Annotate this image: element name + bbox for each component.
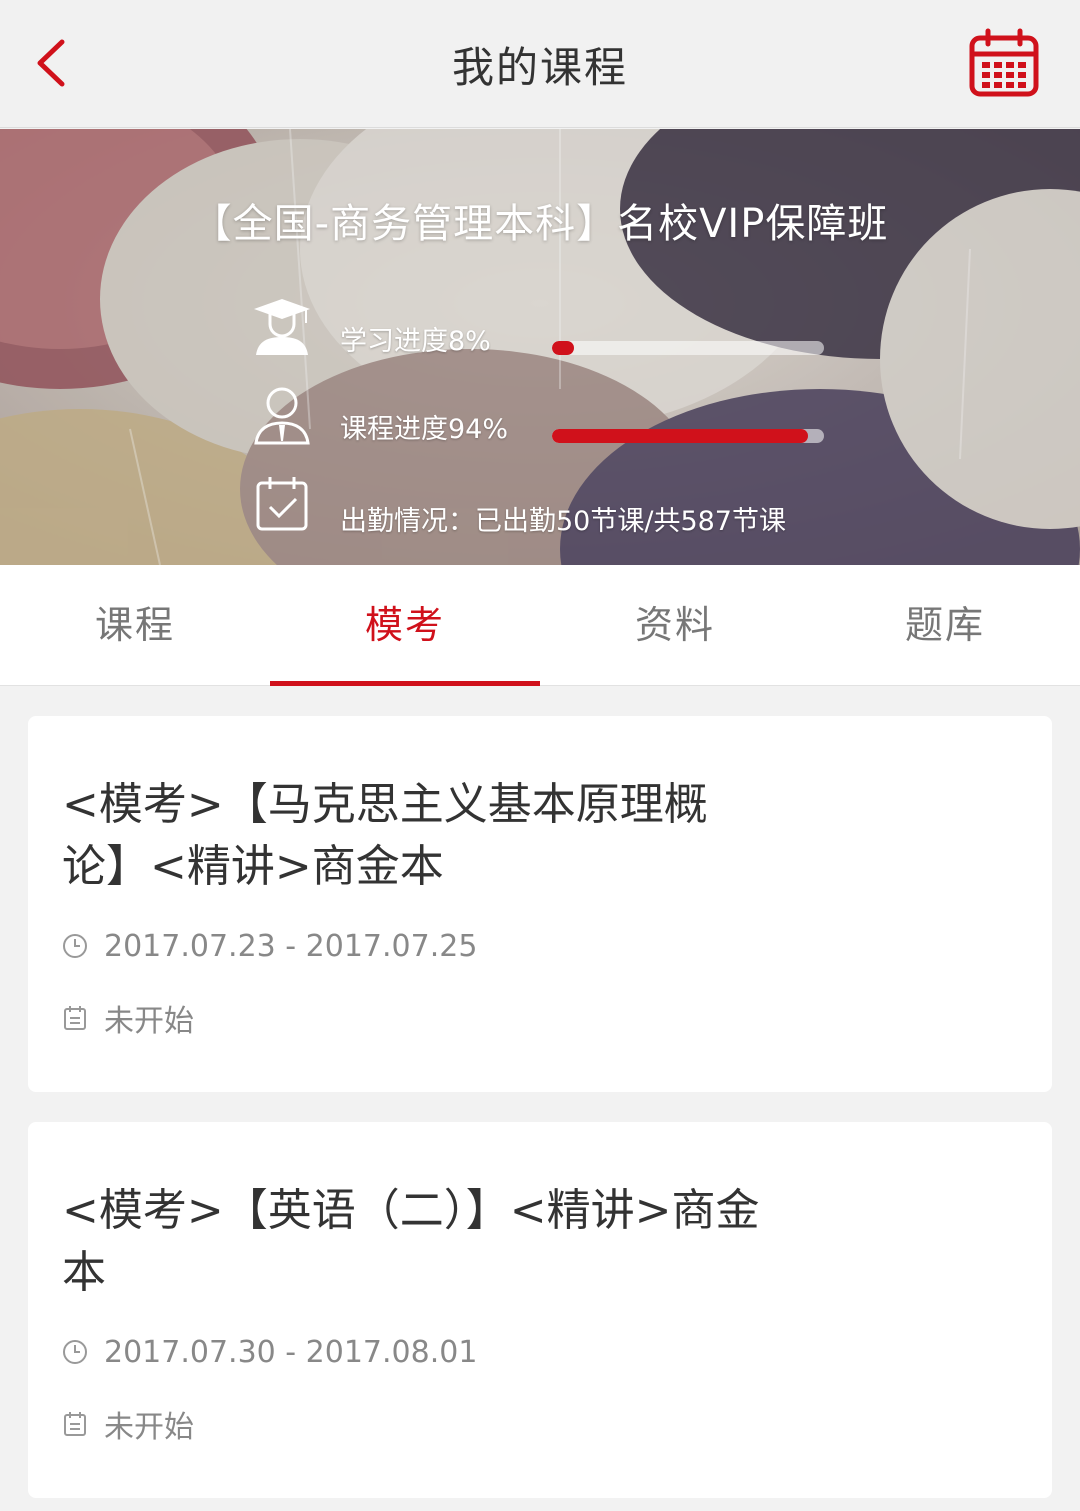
tab-question-bank[interactable]: 题库 bbox=[810, 565, 1080, 685]
tab-courses[interactable]: 课程 bbox=[0, 565, 270, 685]
tab-materials[interactable]: 资料 bbox=[540, 565, 810, 685]
exam-card[interactable]: <模考>【马克思主义基本原理概论】<精讲>商金本 2017.07.23 - 20… bbox=[28, 716, 1052, 1092]
clock-icon bbox=[63, 1340, 87, 1364]
exam-date-range: 2017.07.30 - 2017.08.01 bbox=[104, 1334, 478, 1370]
tab-bar: 课程 模考 资料 题库 bbox=[0, 565, 1080, 686]
study-progress-fill bbox=[552, 341, 574, 355]
attendance-row: 出勤情况：已出勤50节课/共587节课 bbox=[252, 473, 852, 543]
course-progress-bar bbox=[552, 429, 824, 443]
course-progress-row: 课程进度94% bbox=[252, 385, 852, 455]
study-progress-row: 学习进度8% bbox=[252, 297, 852, 367]
study-progress-label: 学习进度8% bbox=[340, 326, 491, 357]
calendar-icon bbox=[969, 28, 1039, 97]
exam-date-row: 2017.07.30 - 2017.08.01 bbox=[62, 1332, 477, 1372]
exam-status-row: 未开始 bbox=[62, 1404, 194, 1445]
page-title: 我的课程 bbox=[451, 43, 628, 92]
status-calendar-icon bbox=[64, 1006, 86, 1030]
course-title: 【全国-商务管理本科】名校VIP保障班 bbox=[191, 201, 889, 247]
study-progress-bar bbox=[552, 341, 824, 355]
calendar-button[interactable] bbox=[968, 28, 1040, 100]
exam-status-row: 未开始 bbox=[62, 998, 194, 1039]
course-banner: 【全国-商务管理本科】名校VIP保障班 学习进度8% 课程进度94% 出勤情况：… bbox=[0, 129, 1080, 565]
calendar-check-icon bbox=[256, 477, 308, 531]
exam-status: 未开始 bbox=[104, 1004, 194, 1039]
exam-card[interactable]: <模考>【英语（二）】<精讲>商金本 2017.07.30 - 2017.08.… bbox=[28, 1122, 1052, 1498]
course-progress-label: 课程进度94% bbox=[340, 414, 509, 445]
exam-title: <模考>【英语（二）】<精讲>商金本 bbox=[62, 1185, 760, 1298]
teacher-icon bbox=[254, 387, 310, 445]
exam-status: 未开始 bbox=[104, 1410, 194, 1445]
clock-icon bbox=[63, 934, 87, 958]
course-progress-fill bbox=[552, 429, 808, 443]
tab-mock-exams[interactable]: 模考 bbox=[270, 565, 540, 686]
exam-date-range: 2017.07.23 - 2017.07.25 bbox=[104, 928, 478, 964]
attendance-label: 出勤情况：已出勤50节课/共587节课 bbox=[340, 506, 786, 537]
exam-date-row: 2017.07.23 - 2017.07.25 bbox=[62, 926, 477, 966]
exam-title: <模考>【马克思主义基本原理概论】<精讲>商金本 bbox=[62, 779, 708, 892]
top-bar: 我的课程 bbox=[0, 0, 1080, 128]
graduate-icon bbox=[254, 299, 310, 355]
status-calendar-icon bbox=[64, 1412, 86, 1436]
